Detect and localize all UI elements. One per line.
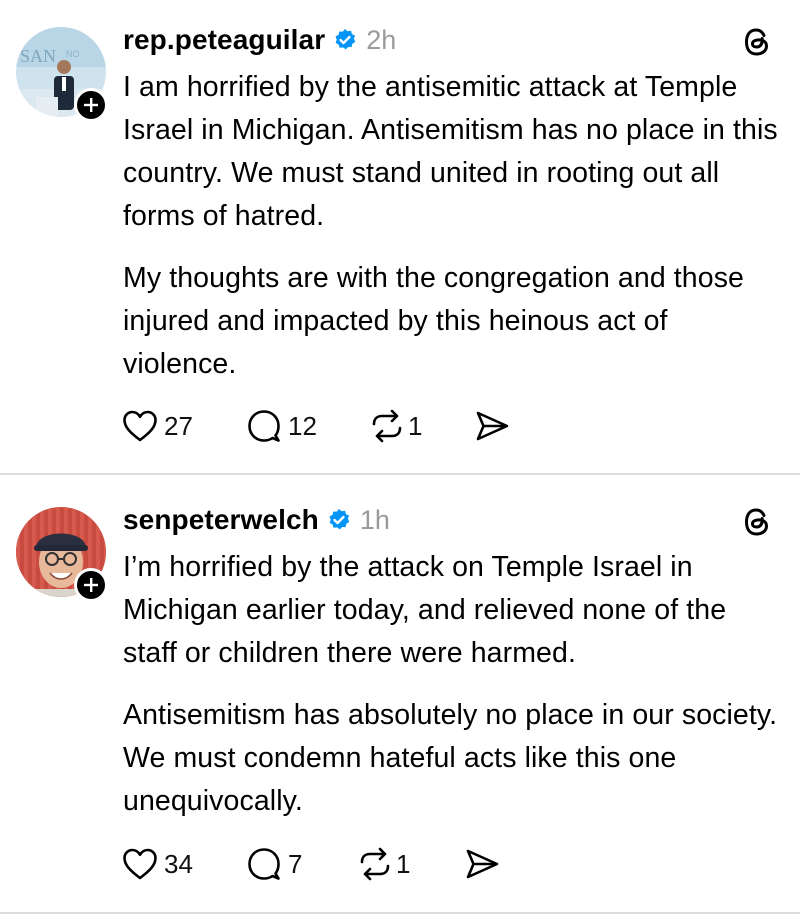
post-rep-peteaguilar[interactable]: SAN NO rep.peteaguilar 2h I am horrified… bbox=[0, 0, 800, 473]
repost-count: 1 bbox=[408, 410, 423, 441]
follow-button[interactable] bbox=[74, 568, 108, 602]
post-header: senpeterwelch 1h bbox=[123, 500, 390, 540]
like-button[interactable]: 34 bbox=[122, 844, 193, 884]
plus-icon bbox=[84, 98, 98, 112]
post-header: rep.peteaguilar 2h bbox=[123, 20, 396, 60]
post-paragraph: Antisemitism has absolutely no place in … bbox=[123, 699, 778, 817]
threads-logo-icon[interactable] bbox=[739, 24, 775, 60]
threads-logo-icon[interactable] bbox=[739, 504, 775, 540]
username[interactable]: senpeterwelch bbox=[123, 504, 319, 536]
svg-text:SAN: SAN bbox=[20, 46, 56, 66]
svg-text:NO: NO bbox=[66, 49, 80, 59]
post-divider bbox=[0, 912, 800, 914]
speech-bubble-icon bbox=[248, 410, 280, 442]
follow-button[interactable] bbox=[74, 88, 108, 122]
reply-button[interactable]: 12 bbox=[246, 406, 317, 446]
username[interactable]: rep.peteaguilar bbox=[123, 24, 325, 56]
repost-count: 1 bbox=[396, 848, 411, 879]
like-count: 34 bbox=[164, 848, 193, 879]
like-count: 27 bbox=[164, 410, 193, 441]
send-icon bbox=[466, 849, 499, 879]
timestamp: 2h bbox=[366, 24, 397, 55]
speech-bubble-icon bbox=[248, 848, 280, 880]
reply-button[interactable]: 7 bbox=[246, 844, 302, 884]
share-button[interactable] bbox=[474, 406, 510, 446]
like-button[interactable]: 27 bbox=[122, 406, 193, 446]
verified-badge-icon bbox=[333, 28, 357, 52]
post-paragraph: My thoughts are with the congregation an… bbox=[123, 262, 745, 380]
post-paragraph: I’m horrified by the attack on Temple Is… bbox=[123, 551, 727, 669]
reply-count: 12 bbox=[288, 410, 317, 441]
share-button[interactable] bbox=[464, 844, 500, 884]
plus-icon bbox=[84, 578, 98, 592]
heart-icon bbox=[123, 410, 157, 442]
repost-button[interactable]: 1 bbox=[368, 406, 422, 446]
send-icon bbox=[476, 411, 509, 441]
post-text: I am horrified by the antisemitic attack… bbox=[123, 66, 783, 386]
heart-icon bbox=[123, 848, 157, 880]
post-senpeterwelch[interactable]: senpeterwelch 1h I’m horrified by the at… bbox=[0, 475, 800, 915]
repost-icon bbox=[360, 847, 390, 881]
verified-badge-icon bbox=[327, 508, 351, 532]
timestamp: 1h bbox=[359, 504, 390, 535]
repost-button[interactable]: 1 bbox=[356, 844, 410, 884]
post-text: I’m horrified by the attack on Temple Is… bbox=[123, 546, 783, 823]
post-paragraph: I am horrified by the antisemitic attack… bbox=[123, 71, 778, 232]
reply-count: 7 bbox=[288, 848, 303, 879]
repost-icon bbox=[372, 409, 402, 443]
